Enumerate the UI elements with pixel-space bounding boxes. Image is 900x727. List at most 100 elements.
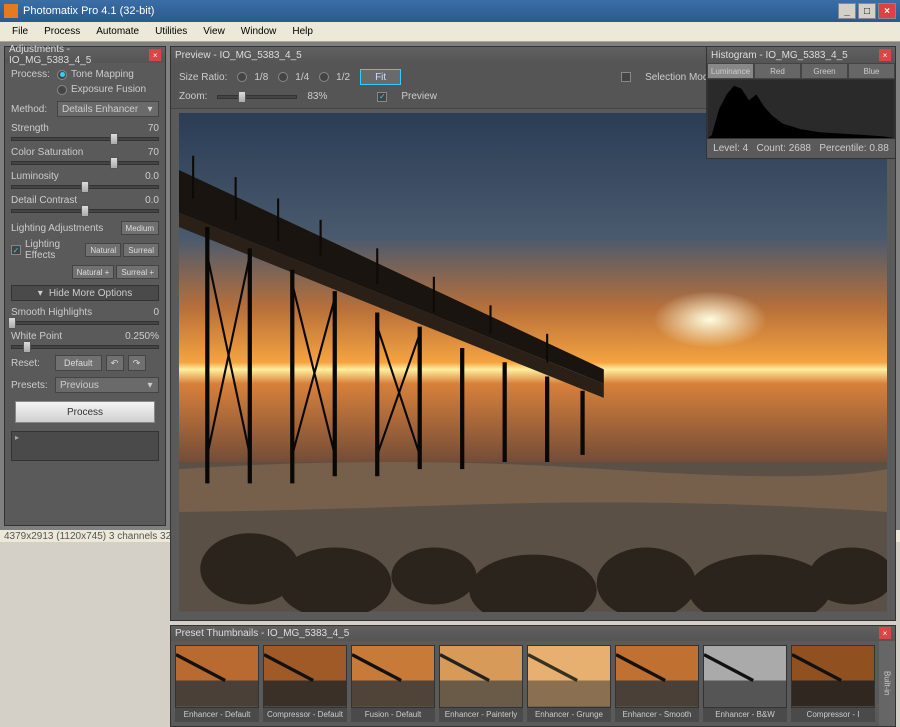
histo-tab-luminance[interactable]: Luminance	[707, 63, 754, 79]
thumbnails-title: Preset Thumbnails - IO_MG_5383_4_5	[175, 628, 349, 639]
close-button[interactable]: ×	[878, 3, 896, 19]
zoom-label: Zoom:	[179, 91, 207, 102]
adjustments-panel: Adjustments - IO_MG_5383_4_5 × Process: …	[4, 46, 166, 526]
process-label: Process:	[11, 69, 57, 80]
luminosity-value: 0.0	[145, 171, 159, 182]
surreal-button[interactable]: Surreal	[123, 243, 159, 257]
zoom-slider[interactable]	[217, 95, 297, 99]
app-title: Photomatix Pro 4.1 (32-bit)	[23, 5, 836, 17]
selection-mode-label: Selection Mode	[645, 72, 714, 83]
smooth-highlights-value: 0	[153, 307, 159, 318]
color-saturation-label: Color Saturation	[11, 147, 83, 158]
menu-window[interactable]: Window	[233, 24, 285, 39]
redo-button[interactable]: ↷	[128, 355, 146, 371]
histo-tab-red[interactable]: Red	[754, 63, 801, 79]
lighting-medium-button[interactable]: Medium	[121, 221, 159, 235]
title-bar: Photomatix Pro 4.1 (32-bit) _ □ ×	[0, 0, 900, 22]
histogram-close-icon[interactable]: ×	[879, 49, 891, 61]
presets-label: Presets:	[11, 380, 51, 391]
lighting-effects-label: Lighting Effects	[25, 239, 85, 261]
app-icon	[4, 4, 18, 18]
thumbnails-side-tab[interactable]: Built-in	[879, 641, 895, 725]
presets-select[interactable]: Previous ▾	[55, 377, 159, 393]
reset-default-button[interactable]: Default	[55, 355, 102, 371]
strength-label: Strength	[11, 123, 49, 134]
zoom-value: 83%	[307, 91, 327, 102]
menu-utilities[interactable]: Utilities	[147, 24, 195, 39]
workspace: Adjustments - IO_MG_5383_4_5 × Process: …	[0, 42, 900, 530]
thumbnail-item[interactable]: Enhancer - Default	[175, 645, 259, 721]
process-button[interactable]: Process	[15, 401, 155, 423]
hide-more-options-button[interactable]: ▾ Hide More Options	[11, 285, 159, 301]
adjustments-close-icon[interactable]: ×	[149, 49, 161, 61]
undo-button[interactable]: ↶	[106, 355, 124, 371]
menu-help[interactable]: Help	[284, 24, 321, 39]
histo-count: 2688	[789, 143, 811, 154]
thumbnail-item[interactable]: Enhancer - B&W	[703, 645, 787, 721]
menu-view[interactable]: View	[195, 24, 233, 39]
color-saturation-slider[interactable]	[11, 161, 159, 165]
selection-mode-checkbox[interactable]	[621, 72, 631, 82]
histo-level: 4	[743, 143, 749, 154]
reset-label: Reset:	[11, 358, 51, 369]
chevron-down-icon: ▾	[146, 380, 154, 391]
histogram-stats: Level: 4 Count: 2688 Percentile: 0.88	[707, 139, 895, 158]
smooth-highlights-label: Smooth Highlights	[11, 307, 92, 318]
size-ratio-label: Size Ratio:	[179, 72, 227, 83]
tone-mapping-label: Tone Mapping	[71, 69, 134, 80]
natural-plus-button[interactable]: Natural +	[72, 265, 115, 279]
detail-contrast-slider[interactable]	[11, 209, 159, 213]
histo-tab-green[interactable]: Green	[801, 63, 848, 79]
preview-image[interactable]	[179, 113, 887, 612]
preview-checkbox[interactable]	[377, 92, 387, 102]
white-point-slider[interactable]	[11, 345, 159, 349]
histogram-title: Histogram - IO_MG_5383_4_5	[711, 50, 848, 61]
thumbnail-item[interactable]: Fusion - Default	[351, 645, 435, 721]
method-label: Method:	[11, 104, 57, 115]
ratio-1-4[interactable]: 1/4	[278, 72, 309, 83]
maximize-button[interactable]: □	[858, 3, 876, 19]
histo-tab-blue[interactable]: Blue	[848, 63, 895, 79]
thumbnail-item[interactable]: Compressor - I	[791, 645, 875, 721]
menu-file[interactable]: File	[4, 24, 36, 39]
status-text: 4379x2913 (1120x745) 3 channels 32 bits	[4, 531, 190, 542]
luminosity-label: Luminosity	[11, 171, 59, 182]
surreal-plus-button[interactable]: Surreal +	[116, 265, 159, 279]
histogram-panel: Histogram - IO_MG_5383_4_5 × Luminance R…	[706, 46, 896, 159]
strength-value: 70	[148, 123, 159, 134]
smooth-highlights-slider[interactable]	[11, 321, 159, 325]
radio-tone-mapping[interactable]	[57, 70, 67, 80]
thumbnail-item[interactable]: Enhancer - Grunge	[527, 645, 611, 721]
thumbnails-panel: Preset Thumbnails - IO_MG_5383_4_5 × Enh…	[170, 625, 896, 727]
preview-chk-label: Preview	[401, 91, 437, 102]
natural-button[interactable]: Natural	[85, 243, 121, 257]
exposure-fusion-label: Exposure Fusion	[71, 84, 146, 95]
ratio-1-8[interactable]: 1/8	[237, 72, 268, 83]
lighting-effects-checkbox[interactable]	[11, 245, 21, 255]
ratio-1-2[interactable]: 1/2	[319, 72, 350, 83]
luminosity-slider[interactable]	[11, 185, 159, 189]
thumbnail-item[interactable]: Enhancer - Smooth	[615, 645, 699, 721]
thumbnail-strip[interactable]: Enhancer - Default Compressor - Default …	[171, 641, 879, 725]
fit-button[interactable]: Fit	[360, 69, 401, 85]
white-point-label: White Point	[11, 331, 62, 342]
method-select[interactable]: Details Enhancer ▾	[57, 101, 159, 117]
thumbnail-item[interactable]: Enhancer - Painterly	[439, 645, 523, 721]
menu-bar: File Process Automate Utilities View Win…	[0, 22, 900, 42]
radio-exposure-fusion[interactable]	[57, 85, 67, 95]
preview-title: Preview - IO_MG_5383_4_5	[175, 50, 302, 61]
histogram-plot	[707, 79, 895, 139]
method-value: Details Enhancer	[62, 104, 138, 115]
thumbnail-item[interactable]: Compressor - Default	[263, 645, 347, 721]
menu-process[interactable]: Process	[36, 24, 88, 39]
thumbnails-close-icon[interactable]: ×	[879, 627, 891, 639]
menu-automate[interactable]: Automate	[88, 24, 147, 39]
caret-right-icon[interactable]: ▸	[15, 433, 19, 442]
strength-slider[interactable]	[11, 137, 159, 141]
white-point-value: 0.250%	[125, 331, 159, 342]
thumbnails-header: Preset Thumbnails - IO_MG_5383_4_5 ×	[171, 626, 895, 642]
adjustments-header: Adjustments - IO_MG_5383_4_5 ×	[5, 47, 165, 63]
minimize-button[interactable]: _	[838, 3, 856, 19]
lighting-adjustments-label: Lighting Adjustments	[11, 223, 103, 234]
detail-contrast-label: Detail Contrast	[11, 195, 77, 206]
